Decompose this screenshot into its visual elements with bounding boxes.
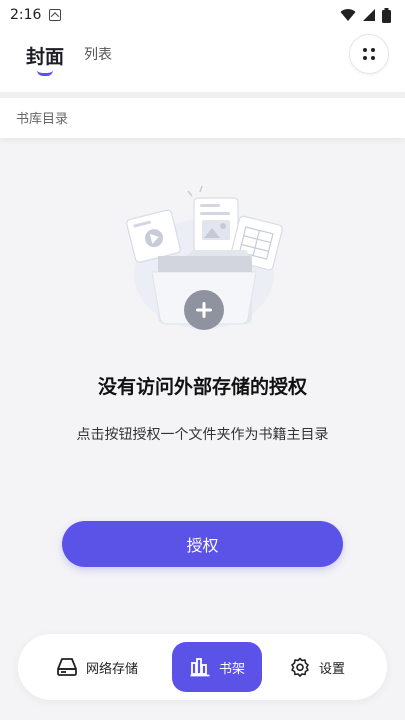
menu-button[interactable] xyxy=(349,34,389,74)
nav-network-storage[interactable]: 网络存储 xyxy=(56,642,138,692)
signal-icon xyxy=(363,9,375,21)
bottom-nav: 网络存储 书架 设置 xyxy=(18,634,387,700)
bookshelf-icon xyxy=(189,656,211,678)
wifi-icon xyxy=(340,9,356,21)
battery-icon xyxy=(382,7,391,23)
top-header: 封面 列表 xyxy=(0,30,405,92)
notification-app-icon xyxy=(49,9,62,21)
nav-settings[interactable]: 设置 xyxy=(289,642,345,692)
breadcrumb-bar: 书库目录 xyxy=(0,92,405,138)
nav-bookshelf[interactable]: 书架 xyxy=(172,642,262,692)
status-time: 2:16 xyxy=(10,7,42,23)
settings-gear-icon xyxy=(289,656,311,678)
status-icons xyxy=(340,7,391,23)
folder-documents-illustration xyxy=(116,185,288,338)
empty-state-subtitle: 点击按钮授权一个文件夹作为书籍主目录 xyxy=(76,427,329,443)
nav-network-storage-label: 网络存储 xyxy=(86,661,139,677)
status-bar: 2:16 xyxy=(0,0,405,30)
active-tab-indicator xyxy=(37,70,53,76)
empty-state-title: 没有访问外部存储的授权 xyxy=(97,376,307,398)
grid-dots-icon xyxy=(363,48,375,60)
network-storage-icon xyxy=(56,656,78,678)
nav-settings-label: 设置 xyxy=(319,661,346,677)
tab-cover[interactable]: 封面 xyxy=(26,42,64,69)
authorize-button[interactable]: 授权 xyxy=(62,521,343,567)
tab-list[interactable]: 列表 xyxy=(84,44,112,64)
breadcrumb[interactable]: 书库目录 xyxy=(16,108,68,127)
nav-bookshelf-label: 书架 xyxy=(218,661,245,677)
